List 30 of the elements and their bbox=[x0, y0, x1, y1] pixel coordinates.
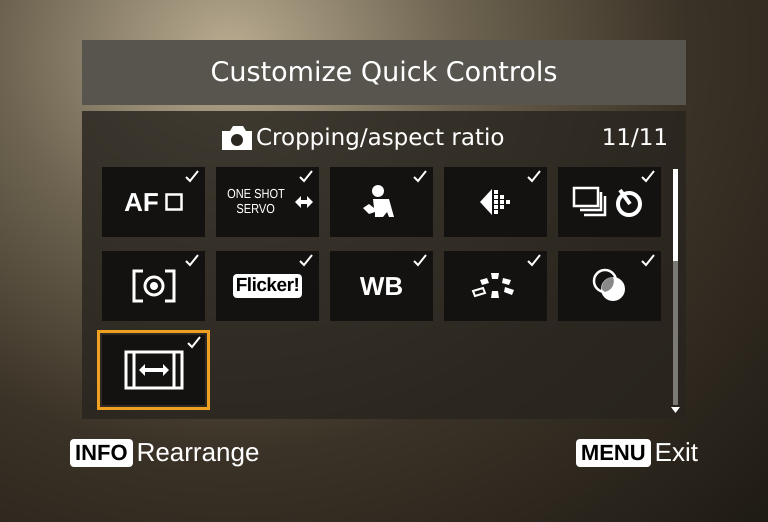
tile-label: SERVO bbox=[236, 202, 275, 217]
button-key-label: MENU bbox=[576, 438, 651, 466]
double-arrow-icon bbox=[295, 196, 314, 208]
quick-control-tile[interactable]: ONE SHOT SERVO bbox=[216, 167, 319, 237]
selected-item-label: Cropping/aspect ratio bbox=[256, 125, 506, 151]
action-label: Exit bbox=[654, 437, 698, 468]
quick-control-tile[interactable] bbox=[444, 251, 547, 321]
square-icon bbox=[164, 193, 183, 211]
tile-label: AF bbox=[124, 186, 159, 218]
quick-control-tile[interactable] bbox=[558, 167, 661, 237]
scroll-down-icon bbox=[671, 407, 680, 413]
quick-control-tile[interactable]: AF bbox=[102, 167, 205, 237]
quick-control-tile[interactable] bbox=[102, 251, 205, 321]
flicker-label: Flicker! bbox=[232, 274, 302, 298]
tile-label: ONE SHOT bbox=[226, 187, 284, 202]
action-label: Rearrange bbox=[136, 437, 260, 468]
quick-control-tile[interactable]: WB bbox=[330, 251, 433, 321]
camera-icon bbox=[220, 125, 254, 151]
quick-control-tile[interactable] bbox=[444, 167, 547, 237]
metering-icon bbox=[130, 268, 176, 304]
page-counter: 11/11 bbox=[602, 125, 668, 151]
quick-control-tile[interactable] bbox=[97, 330, 210, 410]
quick-control-tile[interactable] bbox=[330, 167, 433, 237]
button-key-label: INFO bbox=[70, 438, 133, 466]
quick-control-tile[interactable]: Flicker! bbox=[216, 251, 319, 321]
crop-frame-icon bbox=[124, 350, 184, 390]
screen-title: Customize Quick Controls bbox=[210, 57, 558, 88]
quick-control-tile[interactable] bbox=[558, 251, 661, 321]
tile-label: WB bbox=[360, 270, 404, 302]
scrollbar[interactable] bbox=[673, 169, 678, 405]
